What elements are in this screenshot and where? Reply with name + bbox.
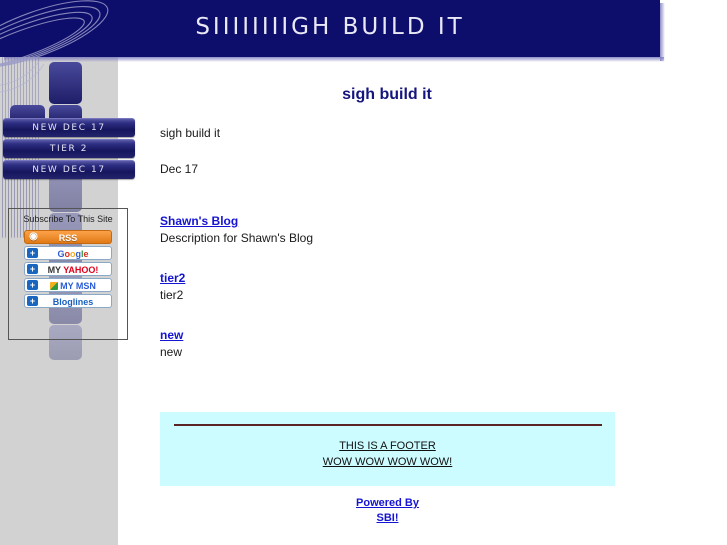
entry-link-tier2[interactable]: tier2 — [160, 271, 185, 285]
date-text: Dec 17 — [160, 162, 199, 176]
entry-link-new[interactable]: new — [160, 328, 183, 342]
plus-icon: + — [27, 264, 38, 274]
footer-box: THIS IS A FOOTER WOW WOW WOW WOW! — [160, 412, 615, 486]
msn-flag-icon — [50, 282, 59, 290]
subscribe-my-yahoo-label: MY YAHOO! — [47, 265, 99, 275]
subscribe-box: Subscribe To This Site ◉ RSS + Google + … — [8, 208, 128, 340]
rss-icon: ◉ — [29, 231, 38, 242]
footer-link-this-is-a-footer[interactable]: THIS IS A FOOTER — [160, 438, 615, 454]
subscribe-box-title: Subscribe To This Site — [23, 214, 113, 224]
subscribe-bloglines-label: Bloglines — [52, 297, 94, 307]
footer-divider — [173, 424, 602, 426]
plus-icon: + — [27, 296, 38, 306]
subscribe-my-msn-button[interactable]: + MY MSN — [24, 278, 112, 292]
plus-icon: + — [27, 248, 38, 258]
powered-by-block: Powered By SBI! — [160, 496, 615, 526]
site-title: SIIIIIIIIGH BUILD IT — [195, 14, 465, 40]
sbi-link[interactable]: SBI! — [160, 511, 615, 526]
subscribe-bloglines-button[interactable]: + Bloglines — [24, 294, 112, 308]
main-content: sigh build it sigh build it Dec 17 Shawn… — [160, 62, 620, 359]
powered-by-link[interactable]: Powered By — [160, 496, 615, 511]
sidebar-item-tier-2[interactable]: TIER 2 — [3, 139, 135, 158]
sidebar-item-new-dec-17-bottom[interactable]: NEW DEC 17 — [3, 160, 135, 179]
entry-link-shawns-blog[interactable]: Shawn's Blog — [160, 214, 238, 228]
entry-description: tier2 — [160, 288, 184, 302]
decorative-block — [49, 62, 82, 104]
subscribe-my-yahoo-button[interactable]: + MY YAHOO! — [24, 262, 112, 276]
intro-text: sigh build it — [160, 126, 221, 140]
subscribe-google-button[interactable]: + Google — [24, 246, 112, 260]
page-title: sigh build it — [342, 86, 432, 103]
sidebar-item-new-dec-17-top[interactable]: NEW DEC 17 — [3, 118, 135, 137]
subscribe-rss-label: RSS — [58, 233, 78, 243]
header-right-shadow — [660, 3, 665, 61]
plus-icon: + — [27, 280, 38, 290]
entry-description: Description for Shawn's Blog — [160, 231, 314, 245]
entry-description: new — [160, 345, 183, 359]
sidebar-navigation: NEW DEC 17 TIER 2 NEW DEC 17 — [3, 118, 135, 181]
list-item: Shawn's Blog Description for Shawn's Blo… — [160, 214, 620, 245]
subscribe-google-label: Google — [57, 249, 89, 259]
subscribe-rss-button[interactable]: ◉ RSS — [24, 230, 112, 244]
list-item: new new — [160, 328, 620, 359]
subscribe-my-msn-label: MY MSN — [40, 279, 96, 293]
list-item: tier2 tier2 — [160, 271, 620, 302]
footer-links: THIS IS A FOOTER WOW WOW WOW WOW! — [160, 438, 615, 470]
footer-link-wow[interactable]: WOW WOW WOW WOW! — [160, 454, 615, 470]
